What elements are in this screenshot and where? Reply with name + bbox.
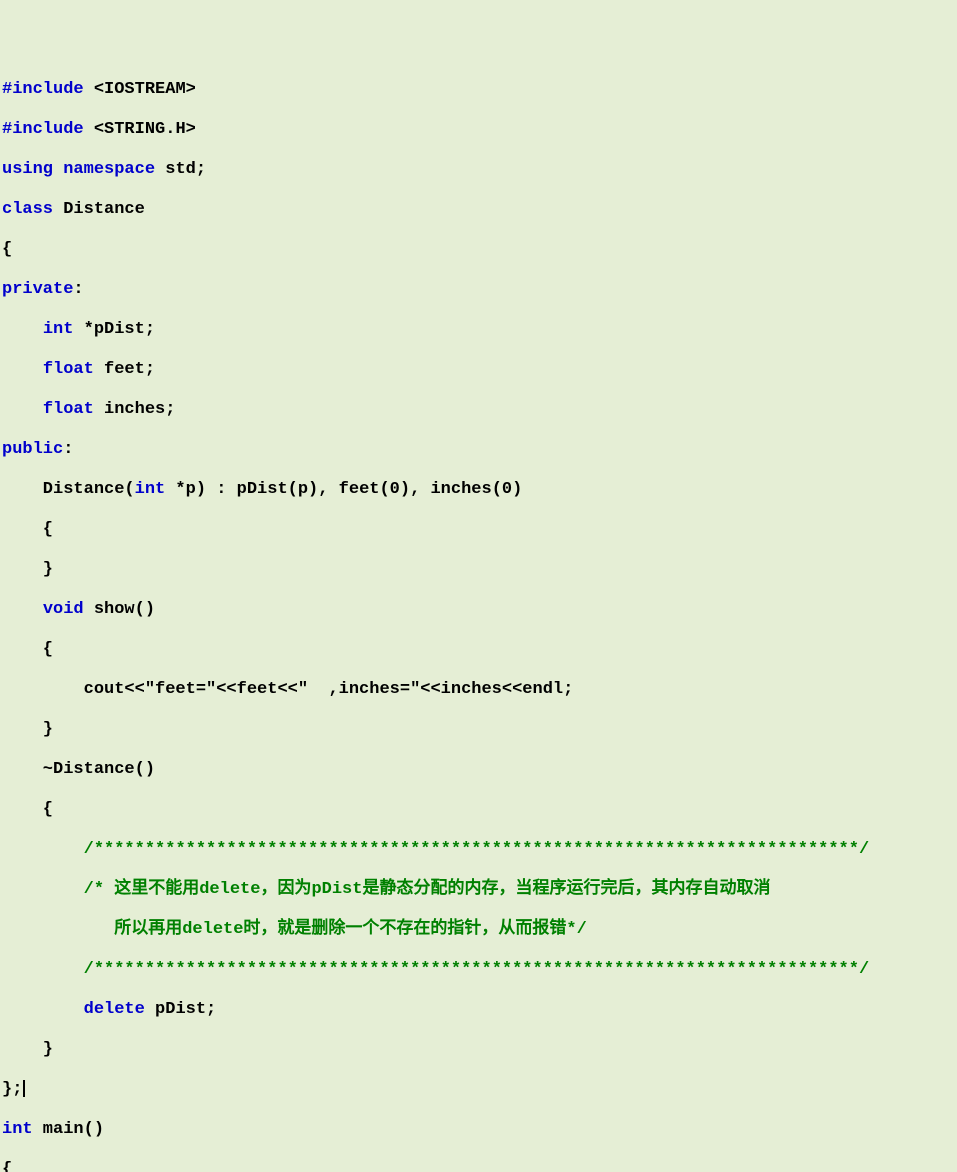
keyword-float: float [43, 360, 94, 379]
keyword-int: int [2, 1120, 33, 1139]
code-line: { [2, 1160, 955, 1172]
include-target: <STRING.H> [84, 120, 196, 139]
colon: : [73, 280, 83, 299]
brace-open: { [2, 800, 53, 819]
code-line: int *pDist; [2, 320, 955, 340]
brace-open: { [2, 520, 53, 539]
code-line: { [2, 240, 955, 260]
code-line: class Distance [2, 200, 955, 220]
keyword-using: using [2, 160, 53, 179]
keyword-include: #include [2, 120, 84, 139]
keyword-void: void [43, 600, 84, 619]
comment-text: /* 这里不能用delete，因为pDist是静态分配的内存，当程序运行完后，其… [84, 880, 771, 899]
cout-statement: cout<<"feet="<<feet<<" ,inches="<<inches… [2, 680, 573, 699]
code-line: /* 这里不能用delete，因为pDist是静态分配的内存，当程序运行完后，其… [2, 880, 955, 900]
ctor-init: *p) : pDist(p), feet(0), inches(0) [165, 480, 522, 499]
code-line: /***************************************… [2, 960, 955, 980]
code-line: { [2, 640, 955, 660]
code-line: }; [2, 1080, 955, 1100]
code-line: delete pDist; [2, 1000, 955, 1020]
code-line: { [2, 800, 955, 820]
brace-open: { [2, 640, 53, 659]
class-end: }; [2, 1080, 22, 1099]
keyword-int: int [135, 480, 166, 499]
include-target: <IOSTREAM> [84, 80, 196, 99]
code-line: #include <STRING.H> [2, 120, 955, 140]
code-line: cout<<"feet="<<feet<<" ,inches="<<inches… [2, 680, 955, 700]
comment-divider: /***************************************… [84, 840, 870, 859]
brace-close: } [2, 560, 53, 579]
keyword-delete: delete [84, 1000, 145, 1019]
code-line: } [2, 560, 955, 580]
ctor-decl: Distance( [2, 480, 135, 499]
code-line: float inches; [2, 400, 955, 420]
code-line: public: [2, 440, 955, 460]
dtor-decl: ~Distance() [2, 760, 155, 779]
keyword-float: float [43, 400, 94, 419]
brace-close: } [2, 720, 53, 739]
code-line: { [2, 520, 955, 540]
delete-target: pDist; [145, 1000, 216, 1019]
keyword-public: public [2, 440, 63, 459]
code-line: using namespace std; [2, 160, 955, 180]
code-text: std; [155, 160, 206, 179]
code-line: private: [2, 280, 955, 300]
brace-close: } [2, 1040, 53, 1059]
member-decl: feet; [94, 360, 155, 379]
keyword-include: #include [2, 80, 84, 99]
brace-open: { [2, 1160, 12, 1172]
code-line: 所以再用delete时，就是删除一个不存在的指针，从而报错*/ [2, 920, 955, 940]
brace-open: { [2, 240, 12, 259]
keyword-private: private [2, 280, 73, 299]
keyword-int: int [43, 320, 74, 339]
keyword-namespace: namespace [63, 160, 155, 179]
code-line: float feet; [2, 360, 955, 380]
code-line: int main() [2, 1120, 955, 1140]
member-decl: inches; [94, 400, 176, 419]
code-line: /***************************************… [2, 840, 955, 860]
code-line: } [2, 1040, 955, 1060]
code-line: void show() [2, 600, 955, 620]
code-line: #include <IOSTREAM> [2, 80, 955, 100]
code-line: Distance(int *p) : pDist(p), feet(0), in… [2, 480, 955, 500]
main-decl: main() [33, 1120, 104, 1139]
method-decl: show() [84, 600, 155, 619]
keyword-class: class [2, 200, 53, 219]
code-line: } [2, 720, 955, 740]
code-line: ~Distance() [2, 760, 955, 780]
member-decl: *pDist; [73, 320, 155, 339]
class-name: Distance [53, 200, 145, 219]
colon: : [63, 440, 73, 459]
comment-text: 所以再用delete时，就是删除一个不存在的指针，从而报错*/ [114, 920, 587, 939]
comment-divider: /***************************************… [84, 960, 870, 979]
text-cursor [23, 1080, 25, 1097]
